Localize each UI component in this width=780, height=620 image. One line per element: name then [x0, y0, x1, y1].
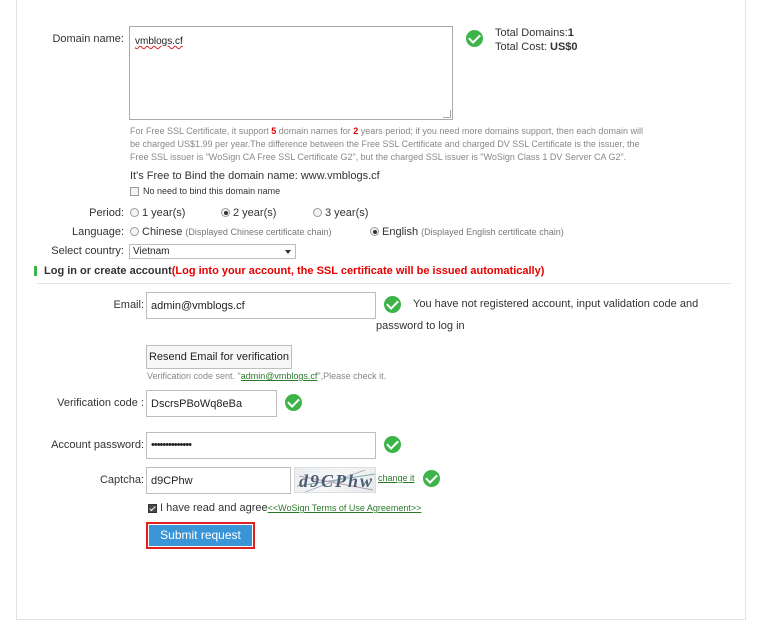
email-input[interactable]: [146, 292, 376, 319]
verification-note-before: Verification code sent. ": [147, 371, 241, 381]
resend-email-button[interactable]: Resend Email for verification: [146, 345, 292, 369]
section-divider: [37, 283, 731, 284]
language-chinese-radio[interactable]: [130, 227, 139, 236]
ssl-info-part1: For Free SSL Certificate, it support: [130, 126, 272, 136]
verification-sent-note: Verification code sent. "admin@vmblogs.c…: [147, 371, 386, 381]
captcha-image[interactable]: d9CPhw: [294, 467, 376, 493]
language-label: Language:: [72, 226, 124, 238]
language-english-note: (Displayed English certificate chain): [421, 227, 564, 237]
account-password-label: Account password:: [51, 439, 144, 451]
verification-note-after: ",Please check it.: [317, 371, 387, 381]
resend-email-label: Resend Email for verification: [148, 351, 289, 363]
period-2-year-label: 2 year(s): [233, 207, 277, 219]
email-label: Email:: [113, 299, 144, 311]
ssl-info-part2: domain names for: [276, 126, 354, 136]
country-label: Select country:: [51, 245, 124, 257]
login-heading-title: Log in or create account: [44, 265, 172, 277]
dropdown-arrow-icon: [285, 250, 291, 254]
terms-of-use-link[interactable]: <<WoSign Terms of Use Agreement>>: [268, 503, 422, 513]
total-domains: Total Domains:1: [495, 27, 574, 39]
agree-terms-checkbox[interactable]: [148, 504, 157, 513]
email-valid-check-icon: [384, 296, 401, 313]
login-heading-note: (Log into your account, the SSL certific…: [171, 265, 545, 277]
section-accent-bar: [34, 266, 37, 276]
captcha-label: Captcha:: [99, 474, 144, 486]
country-value: Vietnam: [133, 246, 170, 257]
language-chinese-label: Chinese: [142, 226, 183, 238]
agree-terms-text: I have read and agree: [160, 502, 268, 514]
language-english-radio[interactable]: [370, 227, 379, 236]
ssl-info-text: For Free SSL Certificate, it support 5 d…: [130, 125, 670, 164]
language-chinese-note: (Displayed Chinese certificate chain): [185, 227, 332, 237]
verification-email-link[interactable]: admin@vmblogs.cf: [241, 371, 318, 381]
period-1-year-radio[interactable]: [130, 208, 139, 217]
total-cost-value: US$0: [550, 41, 578, 53]
captcha-image-text: d9CPhw: [299, 471, 375, 491]
domain-name-value: vmblogs.cf: [135, 36, 183, 47]
language-english-option: English (Displayed English certificate c…: [382, 226, 564, 238]
email-status-line2: password to log in: [376, 320, 465, 332]
login-heading: Log in or create account(Log into your a…: [44, 265, 544, 277]
email-status-line1: You have not registered account, input v…: [413, 298, 699, 310]
verification-code-label: Verification code :: [57, 397, 144, 409]
submit-request-button[interactable]: Submit request: [146, 522, 255, 549]
period-3-year-radio[interactable]: [313, 208, 322, 217]
period-1-year-label: 1 year(s): [142, 207, 186, 219]
period-3-year-label: 3 year(s): [325, 207, 369, 219]
language-chinese-option: Chinese (Displayed Chinese certificate c…: [142, 226, 332, 238]
total-domains-value: 1: [567, 27, 574, 39]
submit-request-label: Submit request: [160, 528, 241, 542]
domain-name-label: Domain name:: [52, 33, 124, 45]
country-select[interactable]: Vietnam: [129, 244, 296, 259]
ssl-info-line2: be charged US$1.99 per year.The differen…: [130, 139, 640, 149]
total-cost-label: Total Cost:: [495, 41, 547, 53]
total-cost: Total Cost: US$0: [495, 41, 578, 53]
no-bind-label: No need to bind this domain name: [143, 186, 281, 196]
no-bind-checkbox[interactable]: [130, 187, 139, 196]
ssl-info-line3: Free SSL issuer is "WoSign CA Free SSL C…: [130, 152, 627, 162]
captcha-input[interactable]: [146, 467, 291, 494]
resize-handle-icon[interactable]: [443, 110, 451, 118]
password-valid-check-icon: [384, 436, 401, 453]
bind-domain-text: It's Free to Bind the domain name: www.v…: [130, 170, 380, 182]
account-password-value: ••••••••••••••: [151, 439, 192, 451]
domain-name-textarea[interactable]: vmblogs.cf: [129, 26, 453, 120]
ssl-info-part3: years period; if you need more domains s…: [358, 126, 643, 136]
total-domains-label: Total Domains:: [495, 27, 568, 39]
period-2-year-radio[interactable]: [221, 208, 230, 217]
language-english-label: English: [382, 226, 419, 238]
period-label: Period:: [89, 207, 124, 219]
agree-terms-row: I have read and agree<<WoSign Terms of U…: [160, 502, 421, 514]
change-captcha-link[interactable]: change it: [378, 473, 415, 483]
verification-code-input[interactable]: [146, 390, 277, 417]
verification-valid-check-icon: [285, 394, 302, 411]
domain-valid-check-icon: [466, 30, 483, 47]
submit-request-inner: Submit request: [149, 525, 252, 546]
account-password-input[interactable]: ••••••••••••••: [146, 432, 376, 459]
captcha-valid-check-icon: [423, 470, 440, 487]
